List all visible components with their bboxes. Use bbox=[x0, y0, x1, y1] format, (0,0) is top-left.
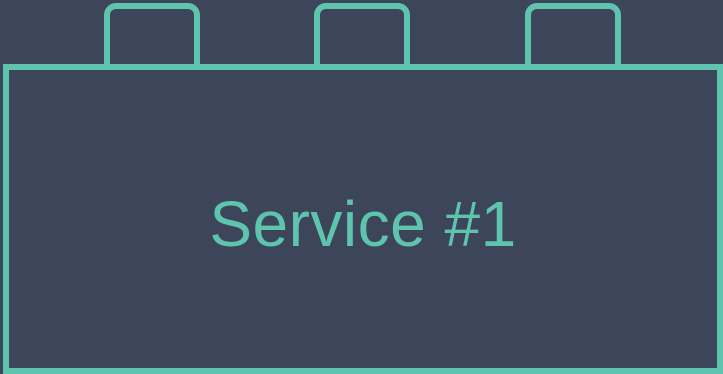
block-stud-2 bbox=[314, 3, 410, 73]
diagram-canvas: Service #1 bbox=[0, 0, 723, 374]
block-stud-1 bbox=[104, 3, 200, 73]
service-label: Service #1 bbox=[209, 188, 517, 260]
block-stud-3 bbox=[525, 3, 621, 73]
service-block: Service #1 bbox=[3, 64, 723, 374]
